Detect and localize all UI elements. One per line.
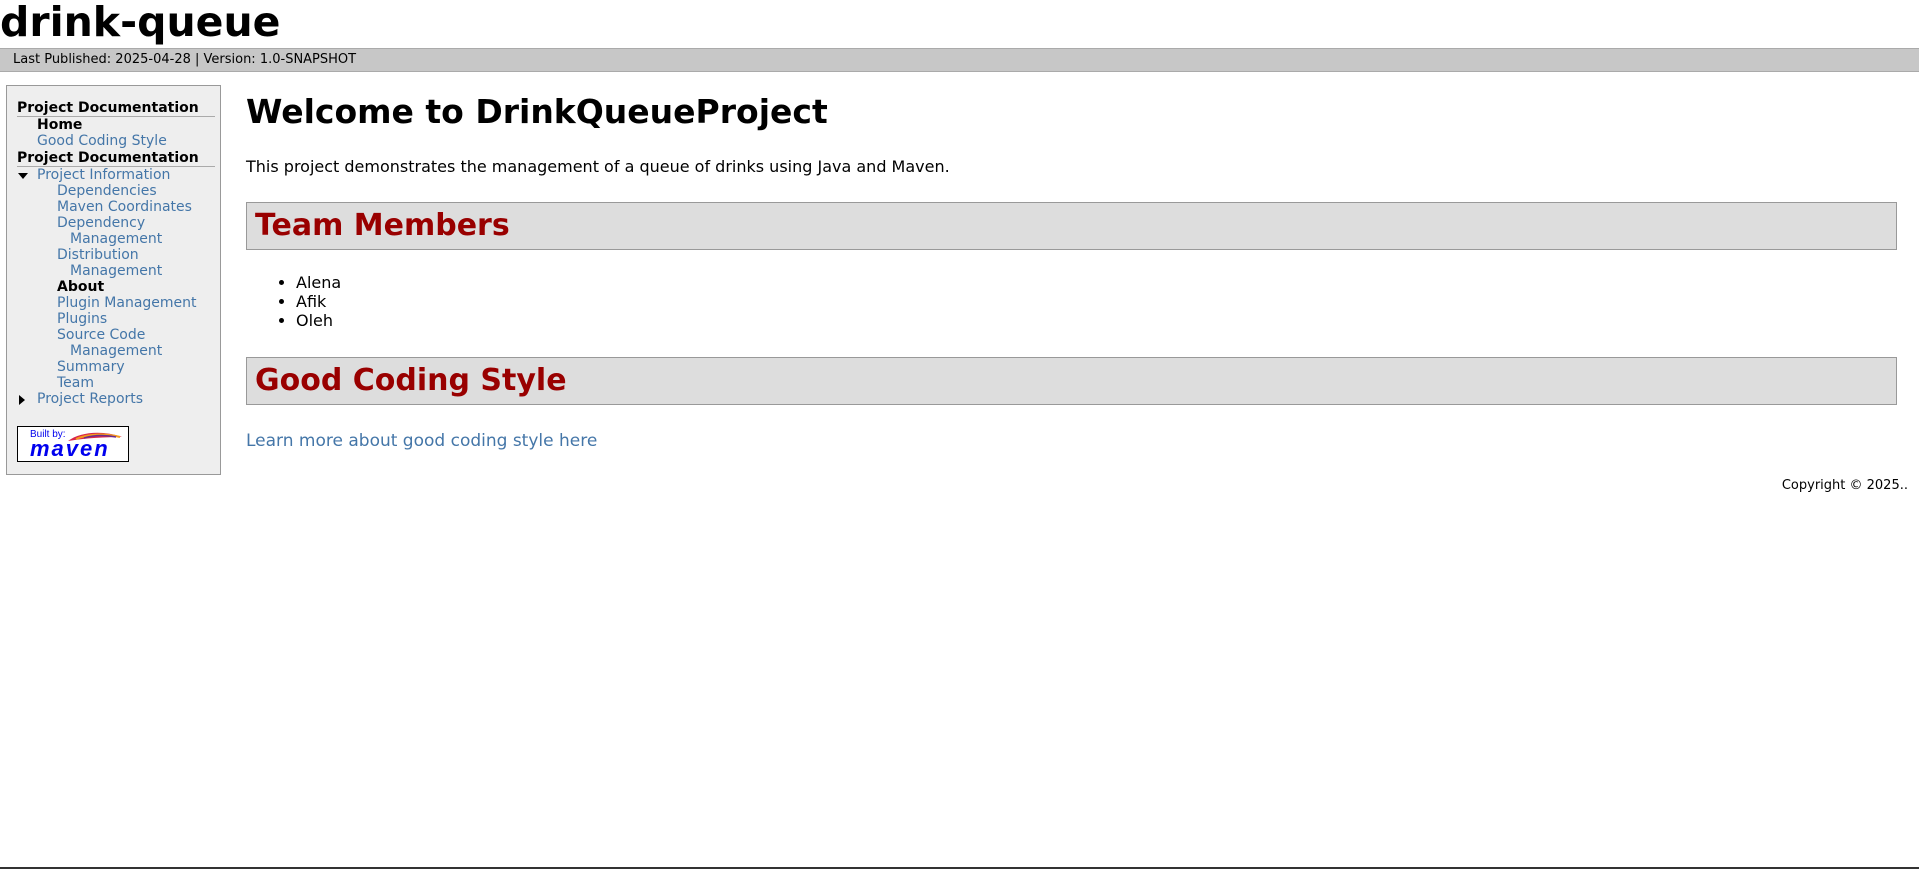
built-by-maven-logo[interactable]: Built by: maven [17, 426, 129, 462]
team-members-heading: Team Members [246, 202, 1897, 250]
banner: drink-queue [0, 0, 1919, 48]
nav-list: Home Good Coding Style [17, 117, 215, 149]
nav-item-distribution-management[interactable]: Distribution Management [57, 247, 215, 279]
page-title: Welcome to DrinkQueueProject [246, 92, 828, 131]
nav-item-home: Home [37, 117, 83, 133]
nav-item-maven-coordinates[interactable]: Maven Coordinates [57, 199, 192, 215]
nav-item-project-reports[interactable]: Project Reports [37, 391, 143, 407]
nav-item-label: Dependency [57, 215, 146, 231]
nav-item-good-coding-style[interactable]: Good Coding Style [37, 133, 167, 149]
nav-item-label-wrap: Management [70, 231, 163, 247]
nav-item-dependency-management[interactable]: Dependency Management [57, 215, 215, 247]
nav-item-label: Source Code [57, 327, 146, 343]
list-item: Oleh [296, 311, 341, 330]
breadcrumb: Last Published: 2025-04-28 | Version: 1.… [0, 48, 1919, 72]
list-item: Afik [296, 292, 341, 311]
expanded-triangle-icon [18, 173, 28, 179]
left-sidebar: Project Documentation Home Good Coding S… [6, 85, 221, 475]
nav-item-source-code-management[interactable]: Source Code Management [57, 327, 215, 359]
nav-item-summary[interactable]: Summary [57, 359, 125, 375]
nav-item-label-wrap: Management [70, 343, 163, 359]
nav-column: Project Documentation Home Good Coding S… [7, 86, 220, 407]
collapsed-triangle-icon [19, 395, 25, 405]
copyright-text: Copyright © 2025.. [1781, 478, 1908, 493]
team-members-list: Alena Afik Oleh [246, 273, 341, 330]
nav-item-team[interactable]: Team [57, 375, 94, 391]
intro-text: This project demonstrates the management… [246, 157, 950, 176]
list-item: Alena [296, 273, 341, 292]
nav-item-plugins[interactable]: Plugins [57, 311, 107, 327]
nav-list: Project Information Dependencies Maven C… [17, 167, 215, 407]
nav-item-label-wrap: Management [70, 263, 163, 279]
nav-item-plugin-management[interactable]: Plugin Management [57, 295, 197, 311]
nav-item-dependencies[interactable]: Dependencies [57, 183, 157, 199]
nav-item-label: Distribution [57, 247, 139, 263]
good-coding-style-heading: Good Coding Style [246, 357, 1897, 405]
good-coding-style-link[interactable]: Learn more about good coding style here [246, 431, 597, 451]
site-title: drink-queue [0, 0, 281, 46]
maven-wordmark: maven [30, 436, 110, 461]
nav-item-project-information[interactable]: Project Information [37, 167, 170, 183]
nav-item-about: About [57, 279, 105, 295]
nav-section-heading: Project Documentation [17, 149, 215, 167]
nav-section-heading: Project Documentation [17, 99, 215, 117]
